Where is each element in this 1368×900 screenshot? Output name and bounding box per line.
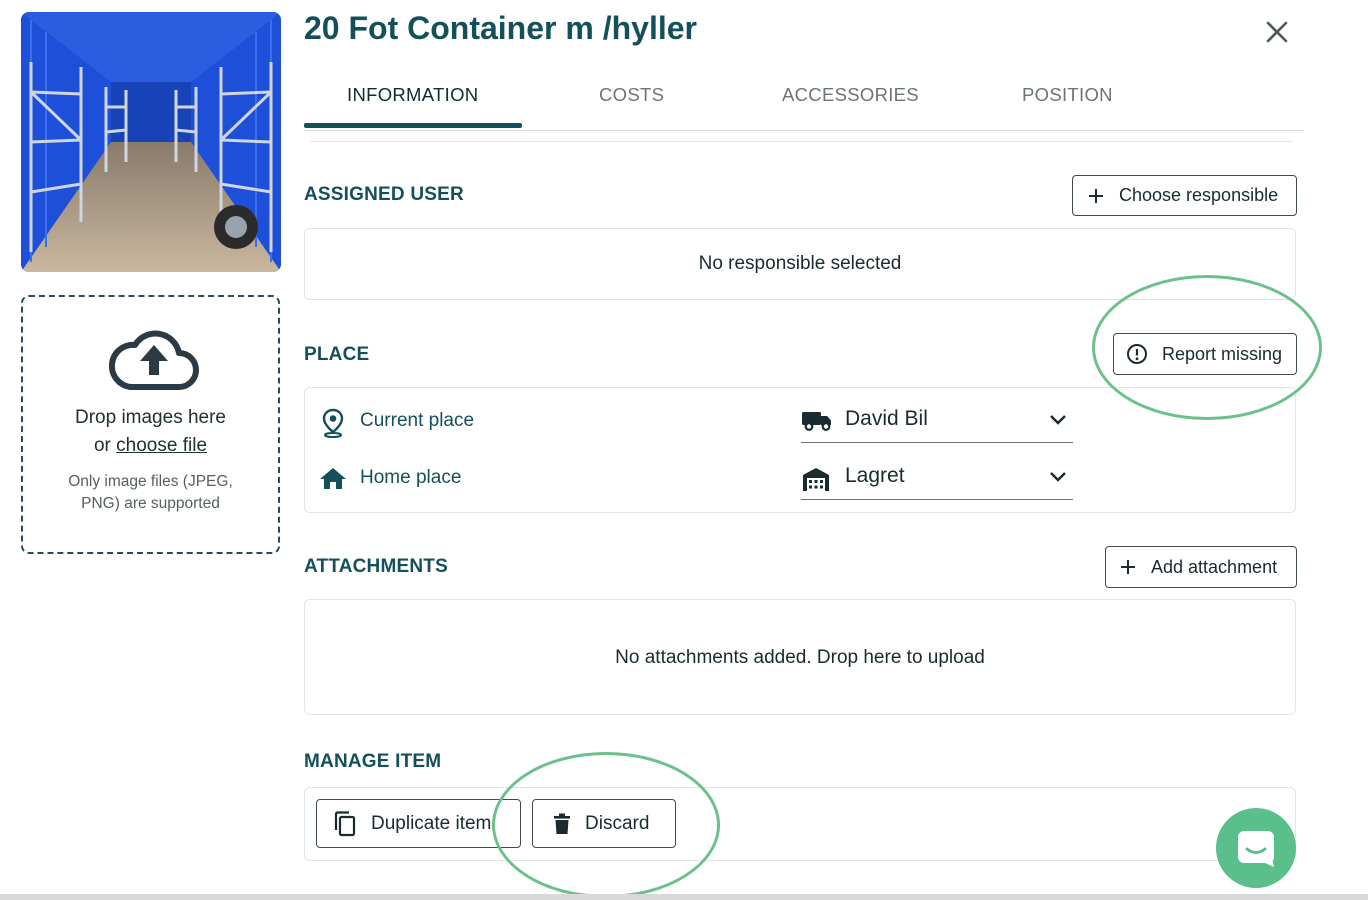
discard-label: Discard [585, 812, 650, 834]
close-icon [1266, 21, 1288, 43]
tab-accessories[interactable]: ACCESSORIES [782, 84, 919, 106]
alert-circle-icon [1126, 343, 1148, 365]
home-icon [319, 466, 347, 495]
assigned-user-heading: ASSIGNED USER [304, 184, 464, 205]
add-attachment-button[interactable]: Add attachment [1105, 546, 1297, 588]
tab-costs[interactable]: COSTS [599, 84, 664, 106]
no-responsible-text: No responsible selected [698, 253, 902, 274]
chevron-down-icon [1049, 470, 1067, 488]
page-title: 20 Fot Container m /hyller [304, 10, 697, 46]
chat-icon [1238, 831, 1274, 867]
tab-position[interactable]: POSITION [1022, 84, 1113, 106]
dropzone-note: Only image files (JPEG, PNG) are support… [68, 473, 233, 512]
dropzone-or-text: or [93, 435, 117, 456]
trash-icon [553, 813, 571, 835]
duplicate-item-label: Duplicate item [371, 812, 492, 834]
dropzone-choose-line: or choose file [23, 435, 278, 457]
active-tab-indicator [304, 123, 522, 128]
item-photo [21, 12, 281, 272]
plus-icon [1119, 558, 1137, 576]
close-button[interactable] [1262, 17, 1292, 47]
tab-information[interactable]: INFORMATION [347, 84, 478, 106]
discard-button[interactable]: Discard [532, 799, 676, 848]
truck-icon [801, 409, 833, 436]
assigned-user-card: No responsible selected [304, 228, 1296, 300]
home-place-select[interactable]: Lagret [801, 458, 1073, 500]
warehouse-icon [801, 466, 831, 497]
home-place-label: Home place [360, 467, 462, 488]
current-place-select[interactable]: David Bil [801, 401, 1073, 443]
report-missing-button[interactable]: Report missing [1113, 333, 1297, 375]
current-place-value: David Bil [845, 407, 928, 430]
divider [310, 141, 1293, 142]
plus-icon [1087, 187, 1105, 205]
copy-icon [333, 810, 357, 837]
container-image [21, 12, 281, 272]
chat-launcher-button[interactable] [1216, 808, 1296, 888]
manage-item-heading: MANAGE ITEM [304, 751, 442, 772]
report-missing-label: Report missing [1162, 343, 1283, 364]
bottom-scroll-edge [0, 894, 1368, 900]
attachments-heading: ATTACHMENTS [304, 556, 448, 577]
attachments-dropzone[interactable]: No attachments added. Drop here to uploa… [304, 599, 1296, 715]
no-attachments-text: No attachments added. Drop here to uploa… [615, 647, 985, 668]
choose-responsible-label: Choose responsible [1119, 185, 1279, 205]
place-heading: PLACE [304, 344, 370, 365]
choose-file-link[interactable]: choose file [116, 435, 207, 456]
image-dropzone[interactable]: Drop images here or choose file Only ima… [21, 295, 280, 554]
place-card: Current place David Bil Home place Lagre… [304, 387, 1296, 513]
add-attachment-label: Add attachment [1151, 556, 1278, 577]
cloud-upload-icon [109, 330, 199, 390]
location-pin-icon [321, 408, 345, 443]
dropzone-text: Drop images here [74, 407, 227, 428]
current-place-label: Current place [360, 410, 475, 431]
tab-bar: INFORMATION COSTS ACCESSORIES POSITION [304, 72, 1304, 131]
choose-responsible-button[interactable]: Choose responsible [1072, 175, 1297, 216]
home-place-value: Lagret [845, 464, 905, 487]
duplicate-item-button[interactable]: Duplicate item [316, 799, 521, 848]
chevron-down-icon [1049, 413, 1067, 431]
